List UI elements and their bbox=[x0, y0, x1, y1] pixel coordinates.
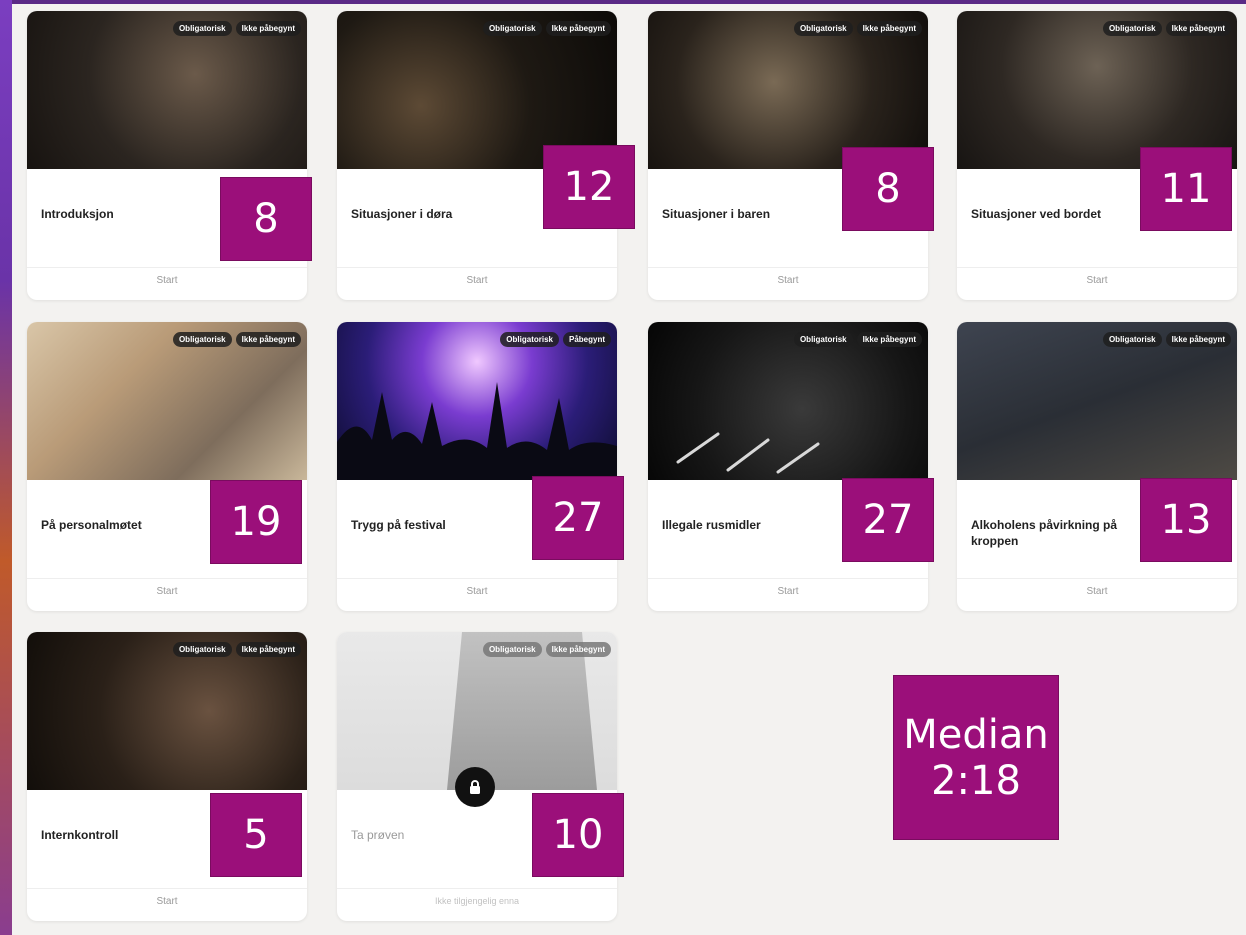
divider bbox=[957, 267, 1237, 268]
count-badge: 13 bbox=[1140, 478, 1232, 562]
status-tags: Obligatorisk Ikke påbegynt bbox=[793, 332, 922, 347]
start-button[interactable]: Start bbox=[27, 586, 307, 597]
start-button[interactable]: Start bbox=[337, 275, 617, 286]
median-badge: Median 2:18 bbox=[893, 675, 1059, 840]
tag-obligatorisk: Obligatorisk bbox=[1102, 21, 1162, 36]
status-tags: Obligatorisk Ikke påbegynt bbox=[482, 642, 611, 657]
tag-status: Ikke påbegynt bbox=[235, 332, 301, 347]
status-tags: Obligatorisk Påbegynt bbox=[500, 332, 611, 347]
tag-status: Ikke påbegynt bbox=[1165, 332, 1231, 347]
status-tags: Obligatorisk Ikke påbegynt bbox=[793, 21, 922, 36]
tag-obligatorisk: Obligatorisk bbox=[172, 642, 232, 657]
count-badge: 8 bbox=[220, 177, 312, 261]
tag-status: Ikke påbegynt bbox=[545, 642, 611, 657]
tag-status: Ikke påbegynt bbox=[856, 21, 922, 36]
count-badge: 19 bbox=[210, 480, 302, 564]
count-badge: 12 bbox=[543, 145, 635, 229]
count-badge: 27 bbox=[842, 478, 934, 562]
status-tags: Obligatorisk Ikke påbegynt bbox=[172, 21, 301, 36]
count-badge: 11 bbox=[1140, 147, 1232, 231]
start-button[interactable]: Start bbox=[337, 586, 617, 597]
start-button[interactable]: Start bbox=[957, 275, 1237, 286]
divider bbox=[648, 578, 928, 579]
lock-icon bbox=[455, 767, 495, 807]
start-button[interactable]: Start bbox=[957, 586, 1237, 597]
median-label: Median bbox=[903, 711, 1049, 758]
divider bbox=[648, 267, 928, 268]
status-tags: Obligatorisk Ikke påbegynt bbox=[172, 332, 301, 347]
unavailable-label: Ikke tilgjengelig enna bbox=[434, 896, 520, 906]
divider bbox=[337, 267, 617, 268]
start-button[interactable]: Start bbox=[648, 586, 928, 597]
count-badge: 8 bbox=[842, 147, 934, 231]
divider bbox=[957, 578, 1237, 579]
tag-status: Ikke påbegynt bbox=[235, 642, 301, 657]
start-button[interactable]: Start bbox=[27, 896, 307, 907]
start-button[interactable]: Start bbox=[648, 275, 928, 286]
tag-obligatorisk: Obligatorisk bbox=[482, 642, 542, 657]
divider bbox=[337, 888, 617, 889]
tag-obligatorisk: Obligatorisk bbox=[482, 21, 542, 36]
divider bbox=[27, 578, 307, 579]
count-badge: 10 bbox=[532, 793, 624, 877]
tag-obligatorisk: Obligatorisk bbox=[500, 332, 559, 347]
tag-status: Ikke påbegynt bbox=[856, 332, 922, 347]
status-tags: Obligatorisk Ikke påbegynt bbox=[1102, 21, 1231, 36]
course-title: Alkoholens påvirkning på kroppen bbox=[971, 518, 1118, 548]
tag-status: Påbegynt bbox=[562, 332, 611, 347]
course-card-illegale-rusmidler[interactable]: Obligatorisk Ikke påbegynt Illegale rusm… bbox=[648, 322, 928, 611]
count-badge: 5 bbox=[210, 793, 302, 877]
divider bbox=[337, 578, 617, 579]
median-value: 2:18 bbox=[931, 757, 1021, 804]
status-tags: Obligatorisk Ikke påbegynt bbox=[1102, 332, 1231, 347]
tag-obligatorisk: Obligatorisk bbox=[1102, 332, 1162, 347]
course-card-trygg-pa-festival[interactable]: Obligatorisk Påbegynt Trygg på festival … bbox=[337, 322, 617, 611]
status-tags: Obligatorisk Ikke påbegynt bbox=[172, 642, 301, 657]
tag-status: Ikke påbegynt bbox=[1165, 21, 1231, 36]
tag-obligatorisk: Obligatorisk bbox=[172, 21, 232, 36]
divider bbox=[27, 888, 307, 889]
course-card-pa-personalmotet[interactable]: Obligatorisk Ikke påbegynt På personalmø… bbox=[27, 322, 307, 611]
course-card-alkoholens-pavirkning[interactable]: Obligatorisk Ikke påbegynt Alkoholens på… bbox=[957, 322, 1237, 611]
tag-obligatorisk: Obligatorisk bbox=[793, 21, 853, 36]
course-card-internkontroll[interactable]: Obligatorisk Ikke påbegynt Internkontrol… bbox=[27, 632, 307, 921]
tag-status: Ikke påbegynt bbox=[545, 21, 611, 36]
status-tags: Obligatorisk Ikke påbegynt bbox=[482, 21, 611, 36]
count-badge: 27 bbox=[532, 476, 624, 560]
start-button[interactable]: Start bbox=[27, 275, 307, 286]
tag-status: Ikke påbegynt bbox=[235, 21, 301, 36]
window-frame-accent bbox=[0, 0, 12, 935]
tag-obligatorisk: Obligatorisk bbox=[172, 332, 232, 347]
tag-obligatorisk: Obligatorisk bbox=[793, 332, 853, 347]
divider bbox=[27, 267, 307, 268]
